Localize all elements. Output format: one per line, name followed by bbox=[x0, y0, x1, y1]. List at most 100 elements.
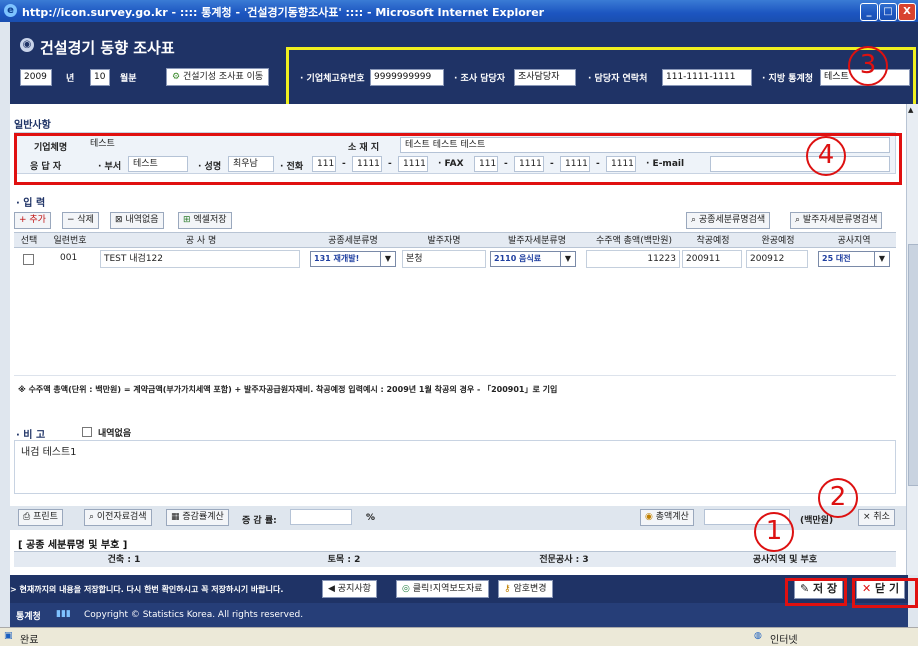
chevron-down-icon: ▼ bbox=[560, 252, 575, 266]
page-title: 건설경기 동향 조사표 bbox=[40, 39, 175, 57]
page-icon: ▣ bbox=[4, 631, 13, 641]
rate-label: 증 감 률: bbox=[242, 516, 277, 526]
scrollbar-thumb[interactable] bbox=[908, 244, 918, 486]
col-start: 착공예정 bbox=[696, 236, 730, 246]
rate-field[interactable] bbox=[290, 509, 352, 525]
coin-icon: ◉ bbox=[645, 512, 656, 522]
close-window-button[interactable]: X bbox=[898, 3, 916, 21]
row-end-field[interactable]: 200912 bbox=[746, 250, 808, 268]
prev-search-button[interactable]: ⌕ 이전자료검색 bbox=[84, 509, 152, 526]
remarks-title: · 비 고 bbox=[16, 430, 46, 441]
calculator-icon: ▦ bbox=[171, 512, 183, 522]
notice-button[interactable]: ◀ 공지사항 bbox=[322, 580, 377, 598]
vertical-scrollbar[interactable]: ▲ bbox=[906, 104, 918, 575]
globe-icon: ◎ bbox=[402, 584, 413, 594]
cancel-button[interactable]: × 취소 bbox=[858, 509, 895, 526]
delete-button[interactable]: − 삭제 bbox=[62, 212, 99, 229]
col-name: 공 사 명 bbox=[185, 236, 217, 246]
highlight-box-4 bbox=[14, 133, 902, 185]
excel-icon: ⊞ bbox=[183, 215, 194, 225]
logo: 통계청 bbox=[16, 612, 41, 622]
cat-special: 전문공사 : 3 bbox=[539, 555, 589, 565]
total-calc-label: 총액계산 bbox=[655, 512, 689, 522]
globe-icon: ◍ bbox=[754, 631, 762, 641]
highlight-box-save bbox=[785, 578, 847, 606]
add-button[interactable]: + 추가 bbox=[14, 212, 51, 229]
window-title: http://icon.survey.go.kr - :::: 통계청 - '건… bbox=[22, 6, 545, 19]
close-icon: ⊠ bbox=[115, 215, 126, 225]
row-checkbox[interactable] bbox=[23, 254, 34, 265]
cat-building: 건축 : 1 bbox=[107, 555, 141, 565]
row-name-field[interactable]: TEST 내검122 bbox=[100, 250, 300, 268]
search-type-button[interactable]: ⌕ 공종세분류명검색 bbox=[686, 212, 771, 229]
row-amount-field[interactable]: 11223 bbox=[586, 250, 680, 268]
password-button[interactable]: ⚷ 암호변경 bbox=[498, 580, 553, 598]
col-client: 발주자명 bbox=[427, 236, 461, 246]
remarks-none-checkbox[interactable] bbox=[82, 427, 92, 437]
percent-label: % bbox=[366, 513, 376, 523]
region-report-label: 클릭!지역보도자료 bbox=[412, 584, 483, 594]
search-client-button[interactable]: ⌕ 발주자세분류명검색 bbox=[790, 212, 883, 229]
annotation-4: 4 bbox=[806, 136, 846, 176]
password-label: 암호변경 bbox=[513, 584, 547, 594]
highlight-box-close bbox=[852, 578, 918, 608]
row-client-type-value: 2110 음식료 bbox=[494, 254, 542, 263]
search-type-label: 공종세분류명검색 bbox=[698, 215, 766, 225]
printer-icon: ⎙ bbox=[23, 512, 34, 522]
ie-icon: e bbox=[4, 4, 17, 17]
year-unit: 년 bbox=[66, 74, 75, 84]
status-done: 완료 bbox=[20, 635, 39, 646]
move-survey-label: 건설기성 조사표 이동 bbox=[182, 72, 264, 82]
input-section-title: · 입 력 bbox=[16, 198, 46, 209]
row-type-select[interactable]: 131 재개발! ▼ bbox=[310, 251, 396, 267]
region-report-button[interactable]: ◎ 클릭!지역보도자료 bbox=[396, 580, 489, 598]
calc-rate-button[interactable]: ▦ 증감률계산 bbox=[166, 509, 229, 526]
notice-label: 공지사항 bbox=[337, 584, 371, 594]
total-calc-button[interactable]: ◉ 총액계산 bbox=[640, 509, 694, 526]
row-serial: 001 bbox=[60, 253, 78, 263]
maximize-button[interactable]: □ bbox=[879, 3, 897, 21]
category-header: 건축 : 1 토목 : 2 전문공사 : 3 공사지역 및 부호 bbox=[14, 551, 896, 567]
year-field[interactable]: 2009 bbox=[20, 69, 52, 86]
prev-search-label: 이전자료검색 bbox=[96, 512, 147, 522]
input-note: ※ 수주액 총액(단위 : 백만원) = 계약금액(부가가치세액 포함) + 발… bbox=[18, 385, 558, 394]
window-titlebar: e http://icon.survey.go.kr - :::: 통계청 - … bbox=[0, 0, 918, 22]
month-field[interactable]: 10 bbox=[90, 69, 110, 86]
row-client-field[interactable]: 본청 bbox=[402, 250, 486, 268]
remarks-none-label: 내역없음 bbox=[98, 429, 132, 439]
gear-icon: ⚙ bbox=[172, 72, 181, 82]
no-record-button[interactable]: ⊠ 내역없음 bbox=[110, 212, 164, 229]
col-type: 공종세분류명 bbox=[328, 236, 378, 246]
move-survey-button[interactable]: ⚙ 건설기성 조사표 이동 bbox=[166, 68, 270, 86]
search-client-label: 발주자세분류명검색 bbox=[802, 215, 878, 225]
row-start-field[interactable]: 200911 bbox=[682, 250, 742, 268]
sound-icon: ◉ bbox=[20, 38, 34, 52]
cat-civil: 토목 : 2 bbox=[327, 555, 361, 565]
annotation-2: 2 bbox=[818, 478, 858, 518]
table-body: 001 TEST 내검122 131 재개발! ▼ 본청 2110 음식료 ▼ 11… bbox=[14, 250, 896, 376]
copyright-text: Copyright © Statistics Korea. All rights… bbox=[84, 610, 304, 620]
speaker-icon: ◀ bbox=[328, 584, 338, 594]
col-serial: 일련번호 bbox=[53, 236, 87, 246]
search-icon: ⌕ bbox=[795, 215, 803, 225]
save-notice: > 현재까지의 내용을 저장합니다. 다시 한번 확인하시고 꼭 저장하시기 바… bbox=[10, 585, 284, 594]
print-label: 프린트 bbox=[33, 512, 58, 522]
row-region-value: 25 대전 bbox=[822, 254, 851, 263]
status-zone: 인터넷 bbox=[770, 635, 798, 646]
excel-save-button[interactable]: ⊞ 엑셀저장 bbox=[178, 212, 232, 229]
general-section-title: 일반사항 bbox=[14, 120, 51, 131]
minimize-button[interactable]: _ bbox=[860, 3, 878, 21]
col-end: 완공예정 bbox=[761, 236, 795, 246]
no-record-label: 내역없음 bbox=[125, 215, 159, 225]
scroll-up-icon[interactable]: ▲ bbox=[908, 106, 913, 114]
row-region-select[interactable]: 25 대전 ▼ bbox=[818, 251, 890, 267]
print-button[interactable]: ⎙ 프린트 bbox=[18, 509, 63, 526]
calc-rate-label: 증감률계산 bbox=[182, 512, 224, 522]
status-bar: ▣ 완료 ◍ 인터넷 bbox=[0, 627, 918, 646]
search-icon: ⌕ bbox=[89, 512, 97, 522]
chevron-down-icon: ▼ bbox=[874, 252, 889, 266]
row-client-type-select[interactable]: 2110 음식료 ▼ bbox=[490, 251, 576, 267]
remarks-textarea[interactable]: 내검 테스트1 bbox=[14, 440, 896, 494]
annotation-1: 1 bbox=[754, 512, 794, 552]
row-type-value: 131 재개발! bbox=[314, 254, 360, 263]
